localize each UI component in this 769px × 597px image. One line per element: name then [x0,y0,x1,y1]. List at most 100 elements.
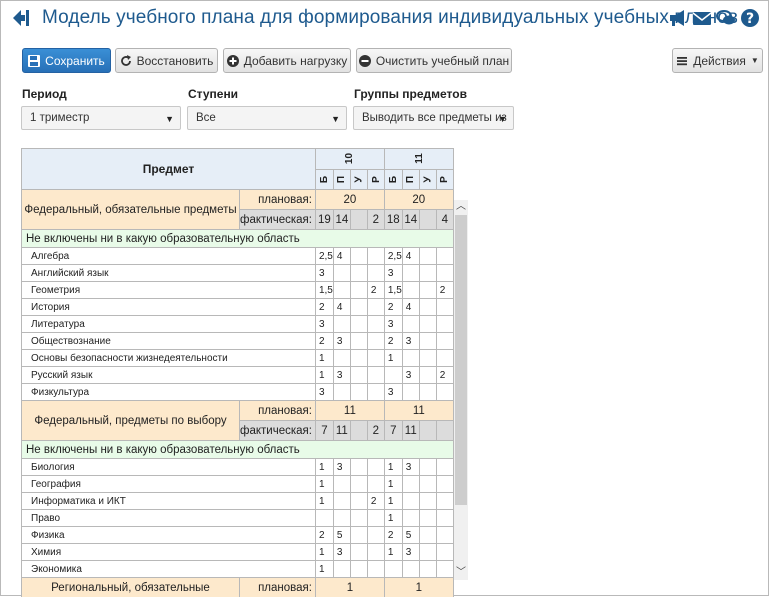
scroll-down-icon[interactable]: ﹀ [454,566,468,580]
subject-row[interactable]: Основы безопасности жизнедеятельности11 [22,350,454,367]
hours-cell[interactable] [367,350,384,367]
hours-cell[interactable]: 4 [402,248,419,265]
hours-cell[interactable] [419,350,436,367]
hours-cell[interactable] [419,265,436,282]
hours-cell[interactable] [402,350,419,367]
scroll-thumb[interactable] [455,215,467,505]
hours-cell[interactable] [436,510,453,527]
hours-cell[interactable] [402,316,419,333]
hours-cell[interactable]: 2 [436,282,453,299]
hours-cell[interactable] [350,544,367,561]
subject-row[interactable]: Английский язык33 [22,265,454,282]
hours-cell[interactable]: 2 [315,527,333,544]
hours-cell[interactable] [419,316,436,333]
hours-cell[interactable] [333,510,350,527]
subject-row[interactable]: Биология1313 [22,459,454,476]
hours-cell[interactable] [384,561,402,578]
hours-cell[interactable] [436,265,453,282]
hours-cell[interactable] [436,527,453,544]
hours-cell[interactable] [419,476,436,493]
hours-cell[interactable] [350,493,367,510]
hours-cell[interactable]: 2 [315,333,333,350]
hours-cell[interactable] [350,316,367,333]
hours-cell[interactable] [419,510,436,527]
hours-cell[interactable] [367,384,384,401]
hours-cell[interactable] [367,510,384,527]
subject-row[interactable]: Литература33 [22,316,454,333]
save-button[interactable]: Сохранить [22,48,111,73]
hours-cell[interactable]: 2 [436,367,453,384]
hours-cell[interactable] [350,248,367,265]
hours-cell[interactable] [333,282,350,299]
hours-cell[interactable] [333,561,350,578]
hours-cell[interactable]: 3 [384,316,402,333]
hours-cell[interactable] [350,299,367,316]
subject-row[interactable]: Экономика1 [22,561,454,578]
hours-cell[interactable]: 2 [315,299,333,316]
clear-plan-button[interactable]: Очистить учебный план [356,48,512,73]
hours-cell[interactable] [436,248,453,265]
hours-cell[interactable] [419,527,436,544]
hours-cell[interactable] [367,544,384,561]
hours-cell[interactable]: 3 [384,265,402,282]
hours-cell[interactable] [419,561,436,578]
hours-cell[interactable] [419,367,436,384]
hours-cell[interactable]: 4 [333,248,350,265]
hours-cell[interactable] [367,248,384,265]
hours-cell[interactable] [419,299,436,316]
hours-cell[interactable] [350,561,367,578]
hours-cell[interactable]: 1 [315,476,333,493]
scroll-up-icon[interactable]: ︿ [454,200,468,214]
hours-cell[interactable] [436,561,453,578]
hours-cell[interactable]: 3 [333,544,350,561]
hours-cell[interactable]: 2 [367,282,384,299]
hours-cell[interactable]: 1 [315,350,333,367]
hours-cell[interactable] [419,384,436,401]
hours-cell[interactable] [402,510,419,527]
subject-row[interactable]: История2424 [22,299,454,316]
mail-icon[interactable] [692,7,712,29]
hours-cell[interactable]: 2,5 [384,248,402,265]
subject-row[interactable]: Алгебра2,542,54 [22,248,454,265]
actions-dropdown-button[interactable]: Действия ▼ [672,48,763,73]
hours-cell[interactable] [402,561,419,578]
hours-cell[interactable] [333,493,350,510]
hours-cell[interactable] [436,459,453,476]
hours-cell[interactable]: 3 [402,459,419,476]
subject-row[interactable]: Информатика и ИКТ121 [22,493,454,510]
hours-cell[interactable] [350,384,367,401]
hours-cell[interactable] [350,510,367,527]
hours-cell[interactable]: 1 [315,493,333,510]
hours-cell[interactable] [436,476,453,493]
hours-cell[interactable]: 2 [384,527,402,544]
hours-cell[interactable] [402,493,419,510]
hours-cell[interactable] [367,527,384,544]
hours-cell[interactable] [436,384,453,401]
hours-cell[interactable] [402,265,419,282]
hours-cell[interactable] [350,265,367,282]
hours-cell[interactable]: 3 [315,265,333,282]
subject-row[interactable]: Русский язык1332 [22,367,454,384]
hours-cell[interactable] [419,459,436,476]
hours-cell[interactable]: 1 [315,544,333,561]
hours-cell[interactable]: 5 [402,527,419,544]
hours-cell[interactable] [350,282,367,299]
hours-cell[interactable] [402,476,419,493]
chat-icon[interactable] [716,7,736,29]
subject-row[interactable]: Право1 [22,510,454,527]
hours-cell[interactable]: 3 [333,367,350,384]
hours-cell[interactable]: 1 [384,493,402,510]
hours-cell[interactable]: 4 [402,299,419,316]
stages-select[interactable]: Все ▼ [187,106,347,130]
hours-cell[interactable]: 2,5 [315,248,333,265]
period-select[interactable]: 1 триместр ▼ [21,106,181,130]
hours-cell[interactable] [350,367,367,384]
hours-cell[interactable]: 3 [315,316,333,333]
hours-cell[interactable] [315,510,333,527]
hours-cell[interactable] [333,476,350,493]
hours-cell[interactable] [333,384,350,401]
hours-cell[interactable] [436,333,453,350]
hours-cell[interactable]: 3 [384,384,402,401]
hours-cell[interactable] [350,333,367,350]
hours-cell[interactable] [402,384,419,401]
